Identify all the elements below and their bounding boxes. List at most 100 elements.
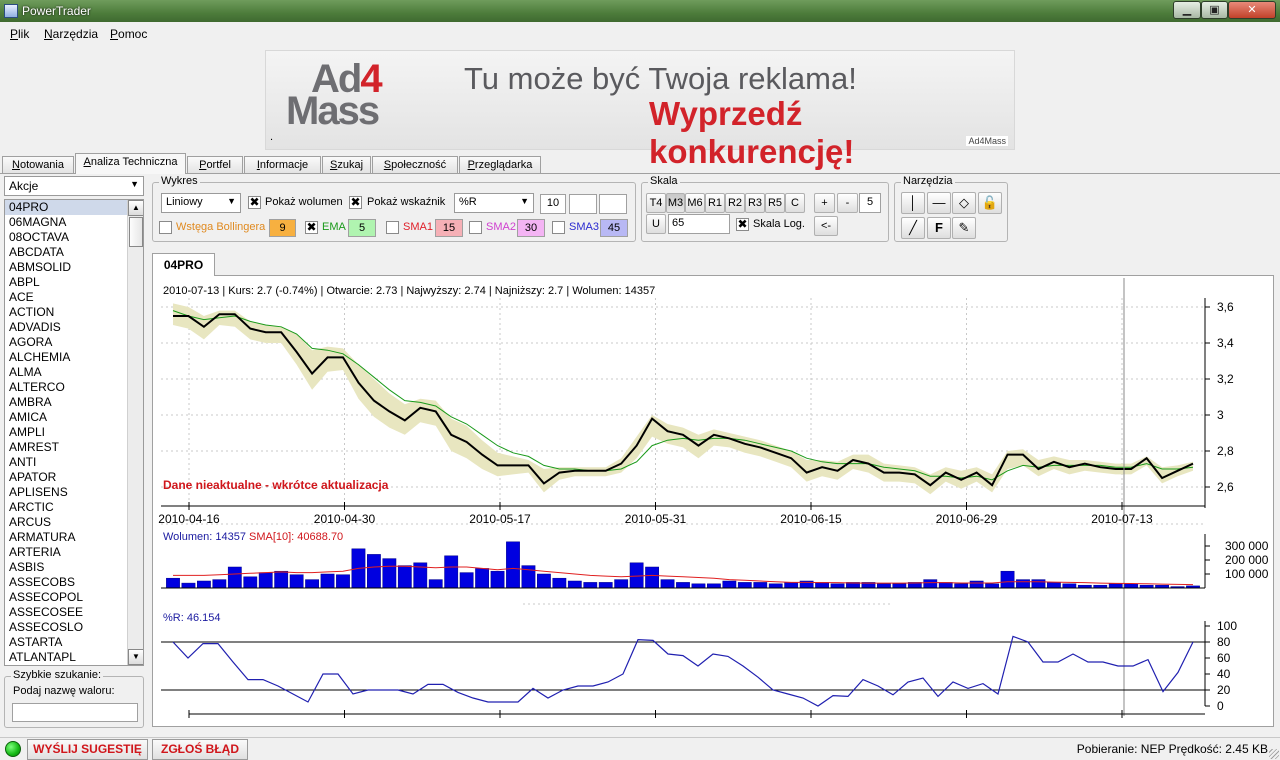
chart-svg[interactable]: 3,63,43,232,82,62010-04-16 2010-04-30 2010… <box>153 276 1273 726</box>
scale-button-m6[interactable]: M6 <box>685 193 705 213</box>
tab-spolecznosc[interactable]: Społeczność <box>372 156 458 174</box>
bollinger-checkbox[interactable] <box>159 221 172 234</box>
vertical-line-tool-icon[interactable]: │ <box>901 192 925 214</box>
list-item[interactable]: ASTARTA <box>5 635 143 650</box>
tab-notowania[interactable]: Notowania <box>2 156 74 174</box>
list-item[interactable]: ASSECOPOL <box>5 590 143 605</box>
edit-tool-icon[interactable]: ✎ <box>952 217 976 239</box>
list-item[interactable]: ALTERCO <box>5 380 143 395</box>
list-item[interactable]: ARCTIC <box>5 500 143 515</box>
ema-checkbox[interactable]: ✖ <box>305 221 318 234</box>
ema-value[interactable]: 5 <box>348 219 376 237</box>
sma1-checkbox[interactable] <box>386 221 399 234</box>
stock-list-scrollbar[interactable]: ▲ ▼ <box>127 200 143 665</box>
chart-tab-04pro[interactable]: 04PRO <box>152 253 215 276</box>
resize-grip-icon[interactable] <box>1269 749 1279 759</box>
indicator-param-2[interactable] <box>569 194 597 214</box>
list-item[interactable]: AMBRA <box>5 395 143 410</box>
list-item[interactable]: ASSECOSEE <box>5 605 143 620</box>
list-item[interactable]: ACE <box>5 290 143 305</box>
list-item[interactable]: ATLANTAPL <box>5 650 143 665</box>
list-item[interactable]: AMICA <box>5 410 143 425</box>
wr-line <box>172 635 1194 707</box>
fibonacci-tool-icon[interactable]: F <box>927 217 951 239</box>
indicator-param-1[interactable]: 10 <box>540 194 566 214</box>
menu-pomoc[interactable]: Pomoc <box>110 27 147 41</box>
report-bug-button[interactable]: ZGŁOŚ BŁĄD <box>152 739 248 760</box>
lock-tool-icon[interactable]: 🔓 <box>978 192 1002 214</box>
quick-search-label: Podaj nazwę waloru: <box>13 685 115 697</box>
sma2-value[interactable]: 30 <box>517 219 545 237</box>
indicator-select[interactable]: %R ▼ <box>454 193 534 213</box>
list-item[interactable]: ALCHEMIA <box>5 350 143 365</box>
list-item[interactable]: ABMSOLID <box>5 260 143 275</box>
tab-informacje[interactable]: Informacje <box>244 156 321 174</box>
trend-line-tool-icon[interactable]: ╱ <box>901 217 925 239</box>
list-item[interactable]: ASSECOBS <box>5 575 143 590</box>
menu-narzedzia[interactable]: Narzędzia <box>44 27 98 41</box>
log-scale-checkbox[interactable]: ✖ <box>736 218 749 231</box>
list-item[interactable]: ABCDATA <box>5 245 143 260</box>
list-item[interactable]: 04PRO <box>5 200 143 215</box>
tab-szukaj[interactable]: Szukaj <box>322 156 371 174</box>
scale-button-r5[interactable]: R5 <box>765 193 785 213</box>
list-item[interactable]: ABPL <box>5 275 143 290</box>
list-item[interactable]: 08OCTAVA <box>5 230 143 245</box>
scale-button-t4[interactable]: T4 <box>646 193 666 213</box>
tab-portfel[interactable]: Portfel <box>187 156 243 174</box>
close-button[interactable]: ✕ <box>1228 1 1276 19</box>
back-button[interactable]: <- <box>814 216 838 236</box>
tab-analiza-techniczna[interactable]: Analiza Techniczna <box>75 153 186 174</box>
chart-area[interactable]: 3,6 3,4 3,2 3 2,8 2,6 2010-04-16 2010-04-30 2010… <box>152 275 1274 727</box>
zoom-value[interactable]: 5 <box>859 193 881 213</box>
list-item[interactable]: ADVADIS <box>5 320 143 335</box>
indicator-param-3[interactable] <box>599 194 627 214</box>
minimize-button[interactable]: ▁ <box>1173 1 1201 19</box>
stock-list[interactable]: 04PRO 06MAGNA 08OCTAVA ABCDATA ABMSOLID ABPL A… <box>4 199 144 666</box>
scale-button-r2[interactable]: R2 <box>725 193 745 213</box>
scroll-up-icon[interactable]: ▲ <box>128 200 143 216</box>
scale-button-m3[interactable]: M3 <box>666 193 685 213</box>
sma1-value[interactable]: 15 <box>435 219 463 237</box>
list-item[interactable]: AMPLI <box>5 425 143 440</box>
eraser-tool-icon[interactable]: ◇ <box>952 192 976 214</box>
list-item[interactable]: AMREST <box>5 440 143 455</box>
list-item[interactable]: APLISENS <box>5 485 143 500</box>
list-item[interactable]: ASSECOSLO <box>5 620 143 635</box>
list-item[interactable]: ARTERIA <box>5 545 143 560</box>
show-volume-checkbox[interactable]: ✖ <box>248 196 261 209</box>
menu-plik[interactable]: Plik <box>10 27 29 41</box>
zoom-out-button[interactable]: - <box>837 193 858 213</box>
tab-przegladarka[interactable]: Przeglądarka <box>459 156 541 174</box>
show-indicator-checkbox[interactable]: ✖ <box>349 196 362 209</box>
quick-search-input[interactable] <box>12 703 138 722</box>
sma2-checkbox[interactable] <box>469 221 482 234</box>
chart-type-select[interactable]: Liniowy ▼ <box>161 193 241 213</box>
list-item[interactable]: ASBIS <box>5 560 143 575</box>
scale-button-r1[interactable]: R1 <box>705 193 725 213</box>
u-button[interactable]: U <box>646 214 666 234</box>
sma3-checkbox[interactable] <box>552 221 565 234</box>
chevron-down-icon: ▼ <box>130 179 139 189</box>
ad-banner[interactable]: Ad4 Mass Tu może być Twoja reklama! Wypr… <box>265 50 1015 170</box>
zoom-in-button[interactable]: + <box>814 193 835 213</box>
send-suggestion-button[interactable]: WYŚLIJ SUGESTIĘ <box>27 739 148 760</box>
bollinger-value[interactable]: 9 <box>269 219 296 237</box>
maximize-button[interactable]: ▣ <box>1201 1 1228 19</box>
list-item[interactable]: ANTI <box>5 455 143 470</box>
horizontal-line-tool-icon[interactable]: — <box>927 192 951 214</box>
list-item[interactable]: ARMATURA <box>5 530 143 545</box>
list-item[interactable]: ACTION <box>5 305 143 320</box>
list-item[interactable]: APATOR <box>5 470 143 485</box>
sma3-value[interactable]: 45 <box>600 219 628 237</box>
scale-button-r3[interactable]: R3 <box>745 193 765 213</box>
u-value[interactable]: 65 <box>668 214 730 234</box>
list-item[interactable]: AGORA <box>5 335 143 350</box>
list-item[interactable]: ARCUS <box>5 515 143 530</box>
scale-button-c[interactable]: C <box>785 193 805 213</box>
list-item[interactable]: ALMA <box>5 365 143 380</box>
list-item[interactable]: 06MAGNA <box>5 215 143 230</box>
scroll-down-icon[interactable]: ▼ <box>128 649 143 665</box>
scroll-thumb[interactable] <box>129 217 143 247</box>
category-select[interactable]: Akcje ▼ <box>4 176 144 196</box>
